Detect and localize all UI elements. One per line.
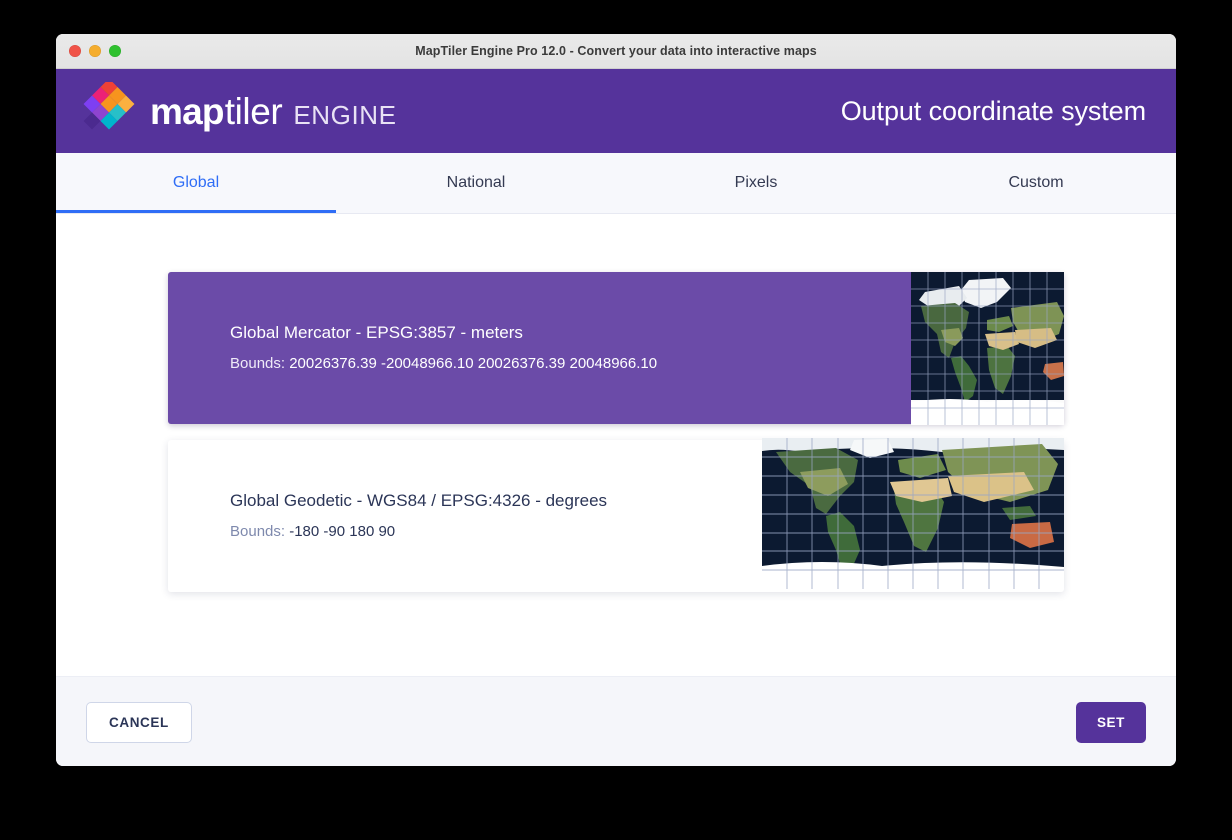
close-button-icon[interactable] — [69, 45, 81, 57]
card-bounds: Bounds: 20026376.39 -20048966.10 2002637… — [230, 355, 657, 373]
wordmark-map: map — [150, 93, 224, 130]
card-bounds: Bounds: -180 -90 180 90 — [230, 523, 607, 541]
cancel-button[interactable]: CANCEL — [86, 702, 192, 743]
maptiler-diamond-logo-icon — [82, 82, 136, 140]
card-text-block: Global Geodetic - WGS84 / EPSG:4326 - de… — [168, 491, 607, 540]
brand-wordmark: map tiler ENGINE — [150, 93, 397, 130]
tab-global-label: Global — [173, 174, 219, 192]
card-title: Global Geodetic - WGS84 / EPSG:4326 - de… — [230, 491, 607, 511]
tab-national-label: National — [447, 174, 506, 192]
coordinate-system-list: Global Mercator - EPSG:3857 - meters Bou… — [56, 214, 1176, 676]
wordmark-tiler: tiler — [225, 93, 283, 130]
world-map-geodetic-thumbnail — [762, 438, 1064, 589]
mercator-map-image — [911, 272, 1064, 425]
tab-pixels-label: Pixels — [735, 174, 778, 192]
tab-global[interactable]: Global — [56, 153, 336, 213]
world-map-mercator-thumbnail — [911, 272, 1064, 425]
card-bounds-label: Bounds: — [230, 523, 285, 540]
card-text-block: Global Mercator - EPSG:3857 - meters Bou… — [168, 323, 657, 372]
tab-national[interactable]: National — [336, 153, 616, 213]
brand-header: map tiler ENGINE Output coordinate syste… — [56, 69, 1176, 153]
tab-custom[interactable]: Custom — [896, 153, 1176, 213]
brand-logo: map tiler ENGINE — [82, 82, 397, 140]
screenshot-root: MapTiler Engine Pro 12.0 - Convert your … — [0, 0, 1232, 840]
tab-pixels[interactable]: Pixels — [616, 153, 896, 213]
coordinate-system-card-global-mercator[interactable]: Global Mercator - EPSG:3857 - meters Bou… — [168, 272, 1064, 424]
app-window: MapTiler Engine Pro 12.0 - Convert your … — [56, 34, 1176, 766]
window-titlebar: MapTiler Engine Pro 12.0 - Convert your … — [56, 34, 1176, 69]
tab-custom-label: Custom — [1008, 174, 1063, 192]
card-bounds-value: -180 -90 180 90 — [289, 523, 395, 540]
wordmark-product: ENGINE — [293, 102, 396, 128]
tab-bar: Global National Pixels Custom — [56, 153, 1176, 214]
card-bounds-value: 20026376.39 -20048966.10 20026376.39 200… — [289, 355, 657, 372]
card-title: Global Mercator - EPSG:3857 - meters — [230, 323, 657, 343]
page-title: Output coordinate system — [841, 96, 1146, 127]
coordinate-system-card-global-geodetic[interactable]: Global Geodetic - WGS84 / EPSG:4326 - de… — [168, 440, 1064, 592]
minimize-button-icon[interactable] — [89, 45, 101, 57]
dialog-footer: CANCEL SET — [56, 676, 1176, 766]
geodetic-map-image — [762, 438, 1064, 589]
zoom-button-icon[interactable] — [109, 45, 121, 57]
window-controls[interactable] — [69, 34, 121, 68]
window-title: MapTiler Engine Pro 12.0 - Convert your … — [56, 44, 1176, 58]
set-button[interactable]: SET — [1076, 702, 1146, 743]
card-bounds-label: Bounds: — [230, 355, 285, 372]
